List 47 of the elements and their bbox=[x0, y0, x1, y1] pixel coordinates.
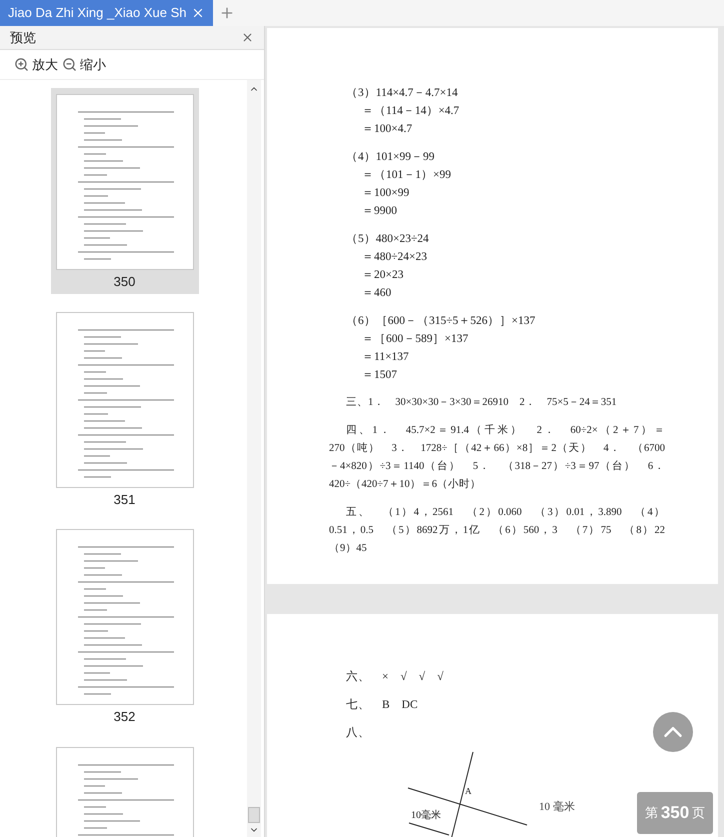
page-indicator-number: 350 bbox=[660, 802, 690, 824]
page-number: 351 bbox=[114, 490, 136, 508]
answer-line: （9）45 bbox=[329, 542, 368, 556]
answer-line: 八、 bbox=[346, 726, 371, 740]
distance-label: 10毫米 bbox=[411, 810, 441, 821]
answer-line: 0.51，0.5 （5）8692万，1亿 （6）560，3 （7）75 （8）22 bbox=[329, 524, 665, 538]
new-tab-icon[interactable] bbox=[218, 5, 234, 21]
equation-line: （4）101×99－99 bbox=[346, 150, 436, 165]
point-label: A bbox=[465, 786, 472, 796]
answer-line: 三、1． 30×30×30－3×30＝26910 2． 75×5－24＝351 bbox=[345, 396, 618, 410]
equation-line: ＝100×99 bbox=[361, 186, 410, 201]
answer-line: 270（吨） 3． 1728÷［（42＋66）×8］＝2（天） 4． （6700 bbox=[329, 441, 665, 456]
page-number: 350 bbox=[114, 273, 136, 291]
close-icon[interactable] bbox=[241, 31, 254, 44]
zoom-out-icon bbox=[62, 57, 77, 72]
answer-line: 六、 × √ √ √ bbox=[346, 670, 444, 684]
page-indicator-prefix: 第 bbox=[644, 804, 658, 822]
equation-line: ＝11×137 bbox=[361, 350, 410, 365]
distance-label: 10 毫米 bbox=[539, 801, 575, 813]
equation-line: ＝480÷24×23 bbox=[361, 250, 428, 265]
scrollbar[interactable] bbox=[247, 80, 261, 837]
answer-line: 420÷（420÷7＋10）＝6（小时） bbox=[329, 477, 482, 492]
equation-line: ＝［600－589］×137 bbox=[361, 332, 470, 347]
equation-line: ＝100×4.7 bbox=[361, 122, 414, 137]
answer-line: 四、1． 45.7×2＝91.4（千米） 2． 60÷2×（2＋7）＝ bbox=[345, 423, 665, 438]
thumbnail-item[interactable]: 350 bbox=[50, 88, 198, 294]
equation-line: （5）480×23÷24 bbox=[346, 232, 430, 247]
page-indicator-suffix: 页 bbox=[692, 804, 706, 822]
tab-title: Jiao Da Zhi Xing _Xiao Xue Sh bbox=[8, 4, 186, 22]
equation-line: （6）［600－（315÷5＋526）］×137 bbox=[346, 314, 536, 329]
scrollbar-thumb[interactable] bbox=[248, 807, 260, 823]
answer-line: 五、 （1）4，2561 （2）0.060 （3）0.01，3.890 （4） bbox=[345, 506, 665, 520]
answer-line: 七、 B DC bbox=[346, 698, 419, 712]
document-tab[interactable]: Jiao Da Zhi Xing _Xiao Xue Sh bbox=[0, 0, 212, 26]
equation-line: ＝9900 bbox=[361, 204, 398, 219]
zoom-in-icon bbox=[14, 57, 29, 72]
zoom-in-button[interactable]: 放大 bbox=[14, 54, 58, 74]
equation-line: ＝（114－14）×4.7 bbox=[361, 104, 460, 119]
zoom-out-button[interactable]: 缩小 bbox=[62, 54, 106, 74]
equation-line: （3）114×4.7－4.7×14 bbox=[346, 86, 459, 101]
equation-line: ＝20×23 bbox=[361, 268, 404, 283]
panel-title: 预览 bbox=[10, 28, 36, 47]
page-number: 352 bbox=[114, 708, 136, 726]
equation-line: ＝（101－1）×99 bbox=[361, 168, 452, 183]
equation-line: ＝460 bbox=[361, 286, 392, 301]
equation-line: ＝1507 bbox=[361, 368, 398, 383]
answer-line: －4×820）÷3＝1140（台） 5． （318－27）÷3＝97（台） 6． bbox=[329, 460, 665, 474]
